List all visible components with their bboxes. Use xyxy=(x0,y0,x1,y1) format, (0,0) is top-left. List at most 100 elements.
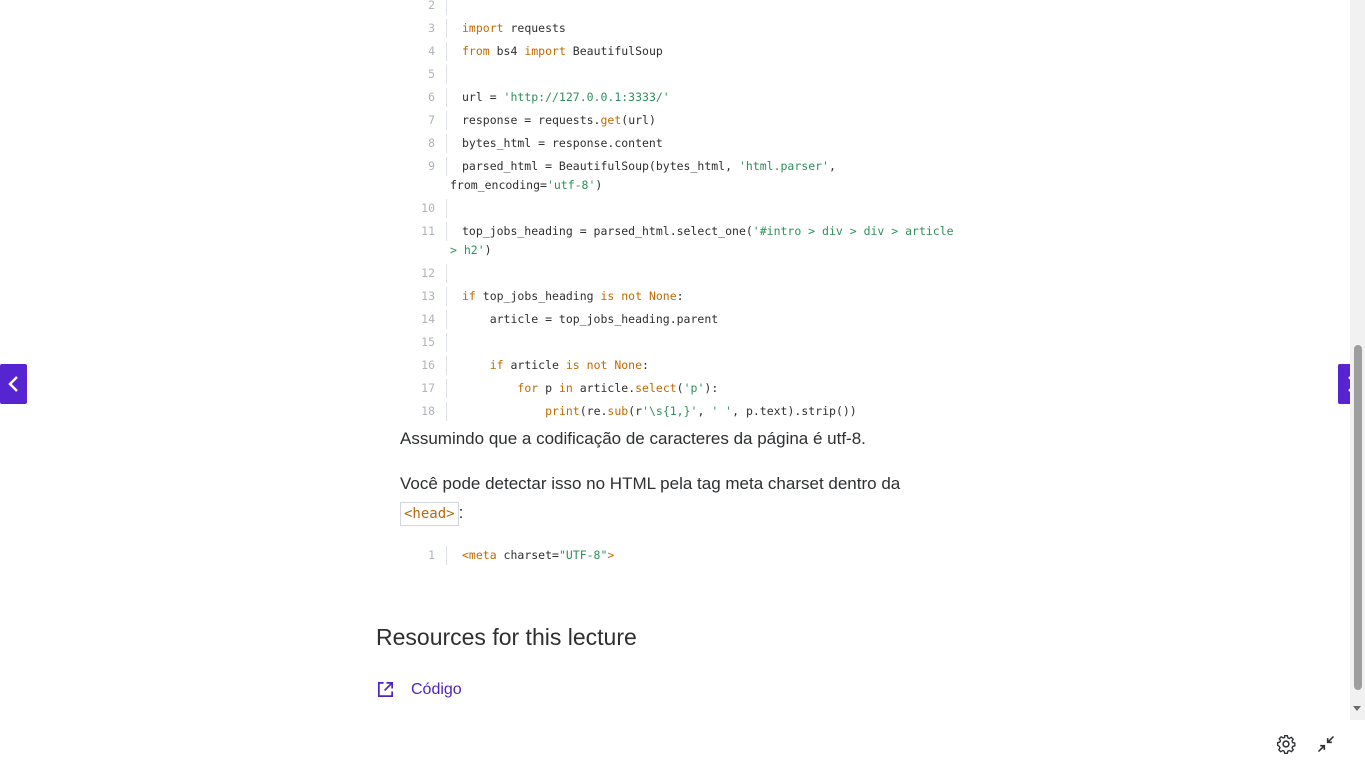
code-token: bs4 xyxy=(489,44,525,58)
code-line-wrapped: > h2') xyxy=(400,241,960,262)
gear-icon[interactable] xyxy=(1276,734,1296,754)
code-line: 2 xyxy=(400,0,960,17)
code-token: from_encoding= xyxy=(450,178,547,192)
code-line-wrapped: from_encoding='utf-8') xyxy=(400,176,960,197)
code-token: , xyxy=(828,159,836,173)
code-line-text: if article is not None: xyxy=(447,356,649,375)
code-line: 4 from bs4 import BeautifulSoup xyxy=(400,40,960,63)
scroll-down-arrow-icon[interactable] xyxy=(1353,706,1361,711)
code-line: 10 xyxy=(400,197,960,220)
code-token: is not None xyxy=(565,358,643,372)
code-line: 11 top_jobs_heading = parsed_html.select_… xyxy=(400,220,960,243)
line-number: 16 xyxy=(421,358,435,372)
code-line-text: > h2') xyxy=(400,241,492,260)
code-token: requests xyxy=(503,21,566,35)
code-token: "UTF-8" xyxy=(558,548,608,562)
code-line-text: import requests xyxy=(447,19,566,38)
code-line-text: if top_jobs_heading is not None: xyxy=(447,287,684,306)
line-number: 9 xyxy=(428,159,435,173)
code-line: 3 import requests xyxy=(400,17,960,40)
lecture-text: Assumindo que a codificação de caractere… xyxy=(400,424,940,527)
code-line: 17 for p in article.select('p'): xyxy=(400,377,960,400)
line-number: 12 xyxy=(421,266,435,280)
line-number: 7 xyxy=(428,113,435,127)
code-token: if xyxy=(489,358,504,372)
code-line: 9 parsed_html = BeautifulSoup(bytes_html,… xyxy=(400,155,960,178)
line-number: 1 xyxy=(428,548,435,562)
line-number: 2 xyxy=(428,0,435,12)
code-token: in xyxy=(558,381,573,395)
code-token: ): xyxy=(704,381,719,395)
code-line: 8 bytes_html = response.content xyxy=(400,132,960,155)
code-token: url = xyxy=(462,90,504,104)
resource-link-codigo[interactable]: Código xyxy=(376,680,462,699)
code-token: article xyxy=(503,358,566,372)
code-line-text: for p in article.select('p'): xyxy=(447,379,718,398)
code-token: 'html.parser' xyxy=(738,159,829,173)
code-token: from xyxy=(462,44,490,58)
code-line: 13 if top_jobs_heading is not None: xyxy=(400,285,960,308)
code-line-text: top_jobs_heading = parsed_html.select_on… xyxy=(447,222,954,241)
line-number: 14 xyxy=(421,312,435,326)
code-token: 'http://127.0.0.1:3333/' xyxy=(503,90,670,104)
code-token: > xyxy=(607,548,615,562)
code-token: <meta xyxy=(462,548,497,562)
code-line-text: parsed_html = BeautifulSoup(bytes_html, … xyxy=(447,157,836,176)
code-line-text: <meta charset="UTF-8"> xyxy=(447,546,614,565)
code-token: p xyxy=(538,381,559,395)
code-token: if xyxy=(462,289,476,303)
code-token: 'p' xyxy=(683,381,705,395)
code-token: (url) xyxy=(621,113,656,127)
code-token: ( xyxy=(676,381,684,395)
code-block-html: 1 <meta charset="UTF-8"> xyxy=(400,544,960,567)
code-line: 1 <meta charset="UTF-8"> xyxy=(400,544,960,567)
code-token: is not None xyxy=(600,289,677,303)
line-number: 3 xyxy=(428,21,435,35)
code-token: article. xyxy=(572,381,636,395)
code-token: top_jobs_heading = parsed_html.select_on… xyxy=(462,224,753,238)
code-line-text: print(re.sub(r'\s{1,}', ' ', p.text).str… xyxy=(447,402,857,421)
code-line: 7 response = requests.get(url) xyxy=(400,109,960,132)
code-token: ) xyxy=(484,243,492,257)
paragraph-encoding: Assumindo que a codificação de caractere… xyxy=(400,429,866,448)
code-token: charset= xyxy=(496,548,559,562)
line-number: 13 xyxy=(421,289,435,303)
code-token: (r xyxy=(628,404,643,418)
code-token: select xyxy=(635,381,677,395)
code-token: for xyxy=(517,381,539,395)
line-number: 6 xyxy=(428,90,435,104)
code-token: : xyxy=(676,289,684,303)
exit-fullscreen-icon[interactable] xyxy=(1316,734,1336,754)
code-line-text: bytes_html = response.content xyxy=(447,134,663,153)
line-number: 15 xyxy=(421,335,435,349)
line-number: 11 xyxy=(421,224,435,238)
code-token: parsed_html = BeautifulSoup(bytes_html, xyxy=(462,159,739,173)
scrollbar-thumb[interactable] xyxy=(1354,345,1362,690)
code-line: 18 print(re.sub(r'\s{1,}', ' ', p.text).… xyxy=(400,400,960,423)
lecture-page: 2 3 import requests 4 from bs4 import Beaut… xyxy=(0,0,1365,767)
line-number: 5 xyxy=(428,67,435,81)
code-token: sub xyxy=(607,404,629,418)
code-token: 'utf-8' xyxy=(546,178,596,192)
code-token: , xyxy=(697,404,712,418)
code-block-python: 2 3 import requests 4 from bs4 import Beaut… xyxy=(400,0,960,423)
previous-lecture-button[interactable] xyxy=(0,364,27,404)
code-token: > h2' xyxy=(450,243,485,257)
line-number: 18 xyxy=(421,404,435,418)
code-token: ) xyxy=(595,178,603,192)
code-token: ' ' xyxy=(711,404,733,418)
chevron-left-icon xyxy=(7,376,18,392)
code-line: 16 if article is not None: xyxy=(400,354,960,377)
code-line: 6 url = 'http://127.0.0.1:3333/' xyxy=(400,86,960,109)
resources-title: Resources for this lecture xyxy=(376,624,637,650)
code-token: article = top_jobs_heading.parent xyxy=(462,312,719,326)
line-number: 4 xyxy=(428,44,435,58)
inline-code-head: <head> xyxy=(400,502,459,526)
vertical-scrollbar[interactable] xyxy=(1350,0,1365,720)
code-token: , p.text).strip()) xyxy=(732,404,857,418)
code-line-text: article = top_jobs_heading.parent xyxy=(447,310,719,329)
